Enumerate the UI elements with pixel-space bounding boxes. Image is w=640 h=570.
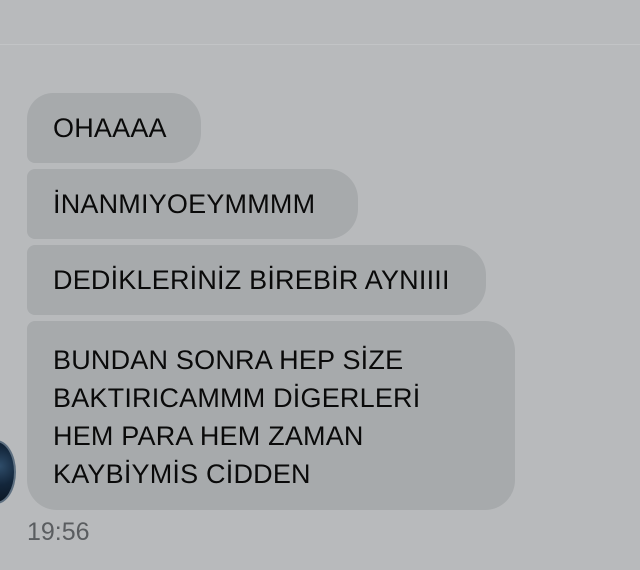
message-text-line: BUNDAN SONRA HEP SİZE (53, 344, 404, 375)
message-bubble[interactable]: İNANMIYOEYMMMM (27, 169, 358, 239)
message-bubble[interactable]: BUNDAN SONRA HEP SİZE BAKTIRICAMMM DİGER… (27, 321, 515, 510)
message-bubble[interactable]: DEDİKLERİNİZ BİREBİR AYNIIII (27, 245, 486, 315)
header-divider (0, 44, 640, 45)
message-text-line: BAKTIRICAMMM DİGERLERİ (53, 382, 421, 413)
message-text: İNANMIYOEYMMMM (53, 189, 316, 219)
message-timestamp: 19:56 (27, 518, 90, 546)
message-text-line: HEM PARA HEM ZAMAN (53, 420, 364, 451)
sender-avatar[interactable] (0, 440, 16, 504)
message-text-line: KAYBİYMİS CİDDEN (53, 458, 311, 489)
message-bubble[interactable]: OHAAAA (27, 93, 201, 163)
message-text: DEDİKLERİNİZ BİREBİR AYNIIII (53, 265, 450, 295)
message-text: OHAAAA (53, 113, 167, 143)
